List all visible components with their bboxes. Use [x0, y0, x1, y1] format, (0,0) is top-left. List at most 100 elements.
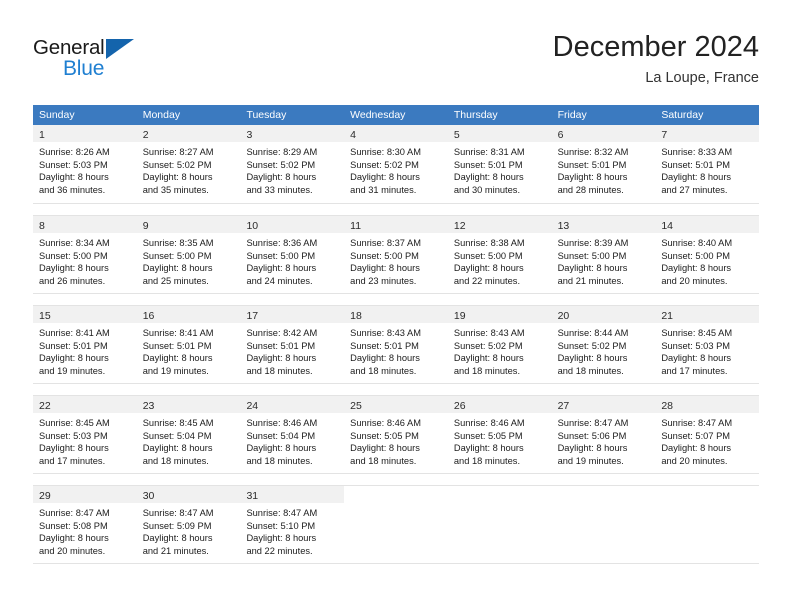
day-cell[interactable]: 24 Sunrise: 8:46 AM Sunset: 5:04 PM Dayligh… — [240, 396, 345, 473]
sunrise-text: Sunrise: 8:41 AM — [39, 328, 110, 338]
day-cell[interactable]: 19 Sunrise: 8:43 AM Sunset: 5:02 PM Dayligh… — [447, 306, 552, 383]
daylight-text-line1: Daylight: 8 hours — [661, 443, 732, 454]
day-cell-empty — [551, 486, 656, 563]
day-cell[interactable]: 20 Sunrise: 8:44 AM Sunset: 5:02 PM Dayligh… — [551, 306, 656, 383]
day-cell[interactable]: 7 Sunrise: 8:33 AM Sunset: 5:01 PM Daylight… — [655, 125, 760, 203]
day-cell[interactable]: 6 Sunrise: 8:32 AM Sunset: 5:01 PM Daylight… — [551, 125, 656, 203]
daylight-text-line1: Daylight: 8 hours — [350, 172, 420, 183]
daylight-text-line1: Daylight: 8 hours — [246, 533, 317, 544]
day-cell[interactable]: 17 Sunrise: 8:42 AM Sunset: 5:01 PM Dayligh… — [240, 306, 345, 383]
sunrise-text: Sunrise: 8:44 AM — [557, 328, 629, 338]
sunrise-text: Sunrise: 8:45 AM — [39, 418, 110, 428]
sunset-text: Sunset: 5:04 PM — [142, 430, 212, 441]
sunrise-text: Sunrise: 8:47 AM — [557, 418, 629, 428]
day-details: Sunrise: 8:46 AM Sunset: 5:05 PM Daylight:… — [344, 413, 448, 467]
day-cell[interactable]: 18 Sunrise: 8:43 AM Sunset: 5:01 PM Dayligh… — [344, 306, 448, 383]
day-cell[interactable]: 9 Sunrise: 8:35 AM Sunset: 5:00 PM Daylight… — [136, 216, 241, 293]
day-cell[interactable]: 5 Sunrise: 8:31 AM Sunset: 5:01 PM Daylight… — [447, 125, 552, 203]
day-cell[interactable]: 3 Sunrise: 8:29 AM Sunset: 5:02 PM Daylight… — [240, 125, 345, 203]
day-number-bar: 6 — [551, 125, 656, 142]
day-number: 3 — [246, 129, 253, 141]
sunset-text: Sunset: 5:05 PM — [453, 430, 523, 441]
sunset-text: Sunset: 5:02 PM — [350, 159, 419, 170]
daylight-text-line2: and 20 minutes. — [661, 275, 728, 286]
day-details: Sunrise: 8:43 AM Sunset: 5:02 PM Daylight:… — [448, 323, 552, 377]
day-cell[interactable]: 28 Sunrise: 8:47 AM Sunset: 5:07 PM Dayligh… — [655, 396, 760, 473]
day-number-bar: 20 — [551, 306, 656, 323]
daylight-text-line1: Daylight: 8 hours — [142, 443, 213, 454]
daylight-text-line1: Daylight: 8 hours — [246, 172, 317, 183]
day-number: 30 — [142, 490, 155, 502]
day-number-bar: 5 — [447, 125, 552, 142]
day-cell[interactable]: 23 Sunrise: 8:45 AM Sunset: 5:04 PM Dayligh… — [136, 396, 241, 473]
daylight-text-line2: and 31 minutes. — [350, 184, 417, 195]
day-cell[interactable]: 25 Sunrise: 8:46 AM Sunset: 5:05 PM Dayligh… — [344, 396, 448, 473]
day-details: Sunrise: 8:47 AM Sunset: 5:06 PM Daylight:… — [552, 413, 656, 467]
sunset-text: Sunset: 5:00 PM — [453, 250, 523, 261]
day-number-bar: 10 — [240, 216, 345, 233]
day-cell[interactable]: 14 Sunrise: 8:40 AM Sunset: 5:00 PM Dayligh… — [655, 216, 760, 293]
day-cell[interactable]: 22 Sunrise: 8:45 AM Sunset: 5:03 PM Dayligh… — [33, 396, 137, 473]
sunset-text: Sunset: 5:08 PM — [39, 520, 108, 531]
day-cell[interactable]: 15 Sunrise: 8:41 AM Sunset: 5:01 PM Dayligh… — [33, 306, 137, 383]
day-number-bar: 18 — [344, 306, 448, 323]
day-cell[interactable]: 2 Sunrise: 8:27 AM Sunset: 5:02 PM Daylight… — [136, 125, 241, 203]
day-cell[interactable]: 1 Sunrise: 8:26 AM Sunset: 5:03 PM Daylight… — [33, 125, 137, 203]
sunrise-text: Sunrise: 8:37 AM — [350, 238, 421, 248]
day-cell[interactable]: 13 Sunrise: 8:39 AM Sunset: 5:00 PM Dayligh… — [551, 216, 656, 293]
weekday-header-thursday: Thursday — [453, 109, 498, 121]
page-header: General Blue December 2024 La Loupe, Fra… — [33, 30, 759, 96]
sunset-text: Sunset: 5:03 PM — [39, 430, 108, 441]
general-blue-logo[interactable]: General Blue — [33, 36, 153, 88]
day-cell[interactable]: 12 Sunrise: 8:38 AM Sunset: 5:00 PM Dayligh… — [447, 216, 552, 293]
day-cell[interactable]: 27 Sunrise: 8:47 AM Sunset: 5:06 PM Dayligh… — [551, 396, 656, 473]
weekday-header-wednesday: Wednesday — [350, 109, 406, 121]
day-cell[interactable]: 30 Sunrise: 8:47 AM Sunset: 5:09 PM Dayligh… — [136, 486, 241, 563]
daylight-text-line1: Daylight: 8 hours — [246, 353, 317, 364]
sunset-text: Sunset: 5:01 PM — [39, 340, 108, 351]
day-number-bar: 9 — [136, 216, 241, 233]
weekday-header-monday: Monday — [142, 109, 181, 121]
day-number: 27 — [557, 400, 570, 412]
day-number-bar: 31 — [240, 486, 345, 503]
daylight-text-line1: Daylight: 8 hours — [142, 533, 213, 544]
sunrise-text: Sunrise: 8:45 AM — [142, 418, 214, 428]
sunrise-text: Sunrise: 8:31 AM — [453, 147, 525, 157]
day-cell[interactable]: 8 Sunrise: 8:34 AM Sunset: 5:00 PM Daylight… — [33, 216, 137, 293]
day-details: Sunrise: 8:45 AM Sunset: 5:03 PM Daylight:… — [33, 413, 137, 467]
day-cell[interactable]: 16 Sunrise: 8:41 AM Sunset: 5:01 PM Dayligh… — [136, 306, 241, 383]
day-cell[interactable]: 11 Sunrise: 8:37 AM Sunset: 5:00 PM Dayligh… — [344, 216, 448, 293]
day-number: 24 — [246, 400, 259, 412]
daylight-text-line2: and 33 minutes. — [246, 184, 313, 195]
day-details: Sunrise: 8:36 AM Sunset: 5:00 PM Daylight:… — [240, 233, 344, 287]
day-number-bar: 13 — [551, 216, 656, 233]
day-number: 17 — [246, 310, 259, 322]
sunset-text: Sunset: 5:01 PM — [453, 159, 523, 170]
day-number-bar: 26 — [447, 396, 552, 413]
sunset-text: Sunset: 5:05 PM — [350, 430, 419, 441]
calendar-week-row: 8 Sunrise: 8:34 AM Sunset: 5:00 PM Daylight… — [33, 215, 760, 294]
weekday-header-tuesday: Tuesday — [246, 109, 287, 121]
day-details: Sunrise: 8:27 AM Sunset: 5:02 PM Daylight:… — [137, 142, 241, 196]
daylight-text-line2: and 20 minutes. — [39, 545, 106, 556]
daylight-text-line2: and 19 minutes. — [39, 365, 106, 376]
day-cell[interactable]: 26 Sunrise: 8:46 AM Sunset: 5:05 PM Dayligh… — [447, 396, 552, 473]
day-details: Sunrise: 8:44 AM Sunset: 5:02 PM Daylight:… — [552, 323, 656, 377]
day-cell[interactable]: 31 Sunrise: 8:47 AM Sunset: 5:10 PM Dayligh… — [240, 486, 345, 563]
day-number: 2 — [142, 129, 149, 141]
day-number-bar: 15 — [33, 306, 137, 323]
day-cell[interactable]: 21 Sunrise: 8:45 AM Sunset: 5:03 PM Dayligh… — [655, 306, 760, 383]
sunrise-text: Sunrise: 8:34 AM — [39, 238, 110, 248]
day-cell[interactable]: 29 Sunrise: 8:47 AM Sunset: 5:08 PM Dayligh… — [33, 486, 137, 563]
day-number-bar: 14 — [655, 216, 760, 233]
day-cell[interactable]: 10 Sunrise: 8:36 AM Sunset: 5:00 PM Dayligh… — [240, 216, 345, 293]
daylight-text-line2: and 26 minutes. — [39, 275, 106, 286]
day-cell[interactable]: 4 Sunrise: 8:30 AM Sunset: 5:02 PM Daylight… — [344, 125, 448, 203]
sunrise-text: Sunrise: 8:39 AM — [557, 238, 629, 248]
daylight-text-line1: Daylight: 8 hours — [661, 263, 732, 274]
day-number: 5 — [453, 129, 460, 141]
daylight-text-line1: Daylight: 8 hours — [350, 263, 420, 274]
sunrise-text: Sunrise: 8:47 AM — [246, 508, 318, 518]
daylight-text-line2: and 18 minutes. — [246, 455, 313, 466]
day-number-bar: 3 — [240, 125, 345, 142]
